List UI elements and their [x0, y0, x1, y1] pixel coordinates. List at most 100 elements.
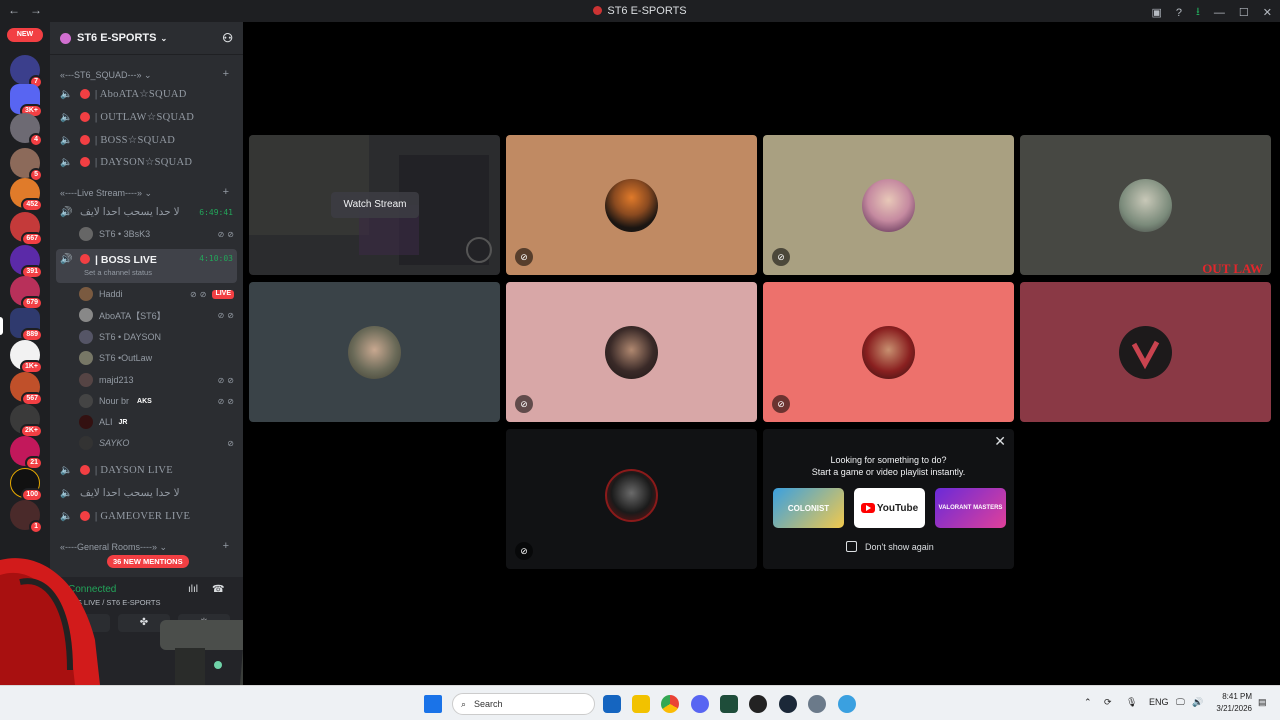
server-icon[interactable]: 391: [10, 245, 43, 279]
soundboard-button[interactable]: ✳: [178, 614, 230, 632]
voice-location[interactable]: BOSS LIVE / ST6 E-SPORTS: [61, 598, 160, 607]
participant-tile[interactable]: ⊘: [763, 135, 1014, 275]
category-st6-squad[interactable]: «---ST6_SQUAD---» ⌄ +: [60, 68, 235, 81]
sync-icon[interactable]: ⟳: [1104, 697, 1112, 708]
edge-icon[interactable]: [838, 695, 856, 713]
voice-channel[interactable]: 🔈 لا حدا يسحب احدا لايف: [56, 483, 237, 503]
chevron-down-icon[interactable]: ⌄: [160, 34, 167, 43]
settings-icon[interactable]: [808, 695, 826, 713]
voice-member[interactable]: ST6 •OutLaw: [79, 349, 234, 367]
server-icon[interactable]: 667: [10, 212, 43, 246]
server-icon[interactable]: 3K+: [10, 84, 43, 118]
voice-channel[interactable]: 🔈 | GAMEOVER LIVE: [56, 506, 237, 526]
server-icon-st6[interactable]: 889: [10, 308, 43, 342]
server-header[interactable]: ST6 E-SPORTS ⌄ ⚇: [50, 22, 243, 55]
voice-connected-label[interactable]: Connected: [68, 584, 116, 595]
microphone-icon[interactable]: 🎙: [1126, 697, 1137, 708]
add-channel-icon[interactable]: +: [223, 540, 229, 552]
forward-arrow-icon[interactable]: →: [30, 3, 42, 17]
server-icon[interactable]: 1K+: [10, 340, 43, 374]
participant-tile[interactable]: ⊘: [506, 135, 757, 275]
category-label: «----Live Stream----»: [60, 188, 143, 198]
voice-stage: Watch Stream ⊘ ⊘ OUT LAW ⊘ ⊘ ⊘: [243, 22, 1280, 685]
voice-channel[interactable]: 🔈 | DAYSON LIVE: [56, 460, 237, 480]
noise-suppression-icon[interactable]: ılıl: [188, 584, 198, 595]
maximize-icon[interactable]: ☐: [1239, 6, 1249, 19]
voice-member[interactable]: ALI JR: [79, 413, 234, 431]
live-dot-icon: [80, 89, 90, 99]
participant-tile[interactable]: ⊘: [506, 429, 757, 569]
minimize-icon[interactable]: —: [1214, 7, 1225, 19]
voice-channel[interactable]: 🔈 | DAYSON☆SQUAD: [56, 152, 237, 172]
taskbar-search[interactable]: ⌕ Search: [452, 693, 595, 715]
voice-channel[interactable]: 🔊 لا حدا يسحب احدا لايف 6:49:41: [56, 202, 237, 222]
store-icon[interactable]: [603, 695, 621, 713]
close-icon[interactable]: ✕: [994, 433, 1006, 450]
new-mentions-button[interactable]: 36 NEW MENTIONS: [107, 555, 189, 568]
dont-show-again[interactable]: Don't show again: [846, 541, 934, 552]
server-icon[interactable]: 7: [10, 55, 43, 89]
steam-icon[interactable]: [779, 695, 797, 713]
stream-tile[interactable]: Watch Stream: [249, 135, 500, 275]
colonist-activity-button[interactable]: COLONIST: [773, 488, 844, 528]
add-channel-icon[interactable]: +: [223, 68, 229, 80]
participant-tile[interactable]: [249, 282, 500, 422]
participant-tile[interactable]: [1020, 282, 1271, 422]
checkbox[interactable]: [846, 541, 857, 552]
voice-member[interactable]: ST6 • 3BsK3 ⊘ ⊘: [79, 225, 234, 243]
close-icon[interactable]: ✕: [1263, 6, 1272, 19]
chevron-up-icon[interactable]: ⌃: [1084, 697, 1092, 708]
add-user-icon[interactable]: ⚇: [222, 31, 233, 45]
app-label: COLONIST: [787, 503, 830, 513]
watch-stream-button[interactable]: Watch Stream: [331, 192, 419, 218]
server-icon[interactable]: 1: [10, 500, 43, 534]
clock[interactable]: 8:41 PM 3/21/2026: [1212, 691, 1252, 715]
back-arrow-icon[interactable]: ←: [8, 3, 20, 17]
participant-tile[interactable]: OUT LAW: [1020, 135, 1271, 275]
voice-member[interactable]: majd213 ⊘ ⊘: [79, 371, 234, 389]
server-icon[interactable]: 567: [10, 372, 43, 406]
inbox-icon[interactable]: ▣: [1152, 6, 1162, 19]
network-icon[interactable]: 🖵: [1176, 697, 1185, 708]
server-icon[interactable]: 100: [10, 468, 43, 502]
windows-start-icon[interactable]: [424, 695, 442, 713]
voice-member[interactable]: Nour br AKS ⊘ ⊘: [79, 392, 234, 410]
chrome-icon[interactable]: [661, 695, 679, 713]
participant-tile[interactable]: ⊘: [506, 282, 757, 422]
youtube-activity-button[interactable]: YouTube: [854, 488, 925, 528]
voice-channel[interactable]: 🔈 | AboATA☆SQUAD: [56, 84, 237, 104]
voice-member[interactable]: Haddi ⊘ ⊘ LIVE: [79, 285, 234, 303]
server-icon[interactable]: 4: [10, 113, 43, 147]
help-icon[interactable]: ?: [1176, 7, 1182, 19]
discord-icon[interactable]: [691, 695, 709, 713]
language-indicator[interactable]: ENG: [1149, 697, 1169, 707]
share-screen-button[interactable]: ⎚: [58, 614, 110, 632]
category-live-stream[interactable]: «----Live Stream----» ⌄ +: [60, 186, 235, 199]
voice-member[interactable]: AboATA【ST6】 ⊘ ⊘: [79, 306, 234, 324]
channel-status[interactable]: Set a channel status: [84, 268, 152, 277]
file-explorer-icon[interactable]: [632, 695, 650, 713]
new-unreads-button[interactable]: NEW: [7, 28, 43, 42]
mic-muted-icon: ⊘: [217, 229, 225, 239]
server-icon[interactable]: 2K+: [10, 404, 43, 438]
valorant-activity-button[interactable]: VALORANT MASTERS: [935, 488, 1006, 528]
volume-icon[interactable]: 🔊: [1192, 697, 1203, 708]
voice-member[interactable]: ST6 • DAYSON: [79, 328, 234, 346]
download-icon[interactable]: ⭳: [1196, 3, 1200, 22]
add-channel-icon[interactable]: +: [223, 186, 229, 198]
server-icon[interactable]: 452: [10, 178, 43, 212]
app-icon[interactable]: [749, 695, 767, 713]
server-icon[interactable]: 21: [10, 436, 43, 470]
server-icon[interactable]: 5: [10, 148, 43, 182]
voice-channel[interactable]: 🔈 | BOSS☆SQUAD: [56, 130, 237, 150]
voice-member[interactable]: SAYKO ⊘: [79, 434, 234, 452]
category-general-rooms[interactable]: «----General Rooms----» ⌄ +: [60, 540, 235, 553]
server-icon[interactable]: 679: [10, 276, 43, 310]
terminal-icon[interactable]: [720, 695, 738, 713]
voice-channel[interactable]: 🔈 | OUTLAW☆SQUAD: [56, 107, 237, 127]
disconnect-icon[interactable]: ☎: [212, 584, 224, 595]
participant-tile[interactable]: ⊘: [763, 282, 1014, 422]
voice-channel-active[interactable]: 🔊 | BOSS LIVE 4:10:03 Set a channel status: [56, 249, 237, 283]
notification-icon[interactable]: ▤: [1258, 697, 1267, 708]
activities-button[interactable]: ✤: [118, 614, 170, 632]
